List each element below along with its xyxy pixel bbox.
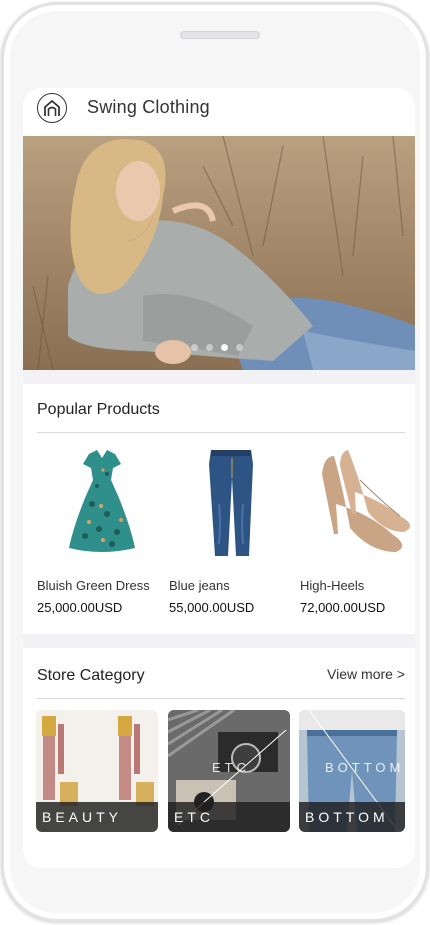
product-name: Bluish Green Dress [37, 578, 150, 593]
carousel-dots [191, 344, 243, 351]
carousel-dot[interactable] [236, 344, 243, 351]
phone-frame: Swing Clothing Popular Products Bluish G… [1, 2, 429, 922]
app-title: Swing Clothing [87, 97, 210, 117]
store-category-title: Store Category [37, 667, 145, 684]
view-more-link[interactable]: View more > [327, 666, 405, 682]
carousel-dot-active[interactable] [221, 344, 228, 351]
category-tile-beauty[interactable]: BEAUTY [36, 710, 158, 832]
product-name: Blue jeans [169, 578, 230, 593]
jeans-image [169, 444, 299, 562]
product-price: 25,000.00USD [37, 600, 123, 615]
store-category-section: Store Category View more > BEAUTY ETC ET… [23, 648, 415, 868]
category-tile-etc[interactable]: ETC ETC [168, 710, 290, 832]
tile-overlay-text: ETC [212, 760, 250, 775]
category-tile-bottom[interactable]: BOTTOM BOTTOM [299, 710, 405, 832]
dress-image [37, 444, 167, 562]
product-card[interactable]: High-Heels 72,000.00USD [300, 444, 415, 615]
app-screen: Swing Clothing Popular Products Bluish G… [23, 88, 415, 868]
phone-speaker [180, 31, 260, 39]
tile-label: ETC [174, 809, 214, 825]
product-price: 55,000.00USD [169, 600, 255, 615]
hero-photo [23, 136, 415, 370]
divider [37, 698, 405, 699]
heels-image [300, 444, 415, 562]
tile-label: BOTTOM [305, 809, 389, 825]
product-price: 72,000.00USD [300, 600, 386, 615]
tile-label: BEAUTY [42, 809, 123, 825]
product-name: High-Heels [300, 578, 365, 593]
carousel-dot[interactable] [191, 344, 198, 351]
tile-label-band: ETC [168, 802, 290, 832]
popular-products-title: Popular Products [37, 401, 160, 418]
tile-overlay-text: BOTTOM [325, 760, 405, 775]
app-header: Swing Clothing [23, 88, 415, 136]
product-card[interactable]: Blue jeans 55,000.00USD [169, 444, 299, 615]
tile-label-band: BEAUTY [36, 802, 158, 832]
hero-banner[interactable] [23, 136, 415, 370]
divider [37, 432, 405, 433]
house-logo-icon[interactable] [37, 93, 67, 123]
tile-label-band: BOTTOM [299, 802, 405, 832]
product-card[interactable]: Bluish Green Dress 25,000.00USD [37, 444, 167, 615]
popular-products-section: Popular Products Bluish Green Dress 25,0… [23, 384, 415, 634]
carousel-dot[interactable] [206, 344, 213, 351]
